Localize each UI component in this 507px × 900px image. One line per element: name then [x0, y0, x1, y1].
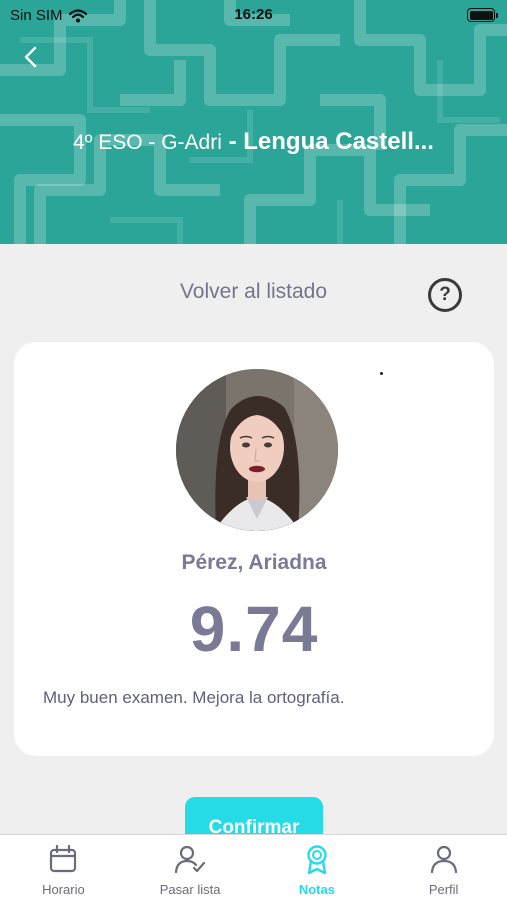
tab-horario[interactable]: Horario — [0, 835, 127, 900]
calendar-icon — [50, 844, 77, 873]
tab-pasar-lista[interactable]: Pasar lista — [127, 835, 254, 900]
return-row: Volver al listado ? — [0, 278, 507, 312]
tab-bar: Horario Pasar lista Notas Perfil — [0, 834, 507, 900]
user-icon — [430, 845, 457, 874]
grade-comment: Muy buen examen. Mejora la ortografía. — [43, 688, 345, 707]
header-pattern — [0, 0, 507, 244]
decorative-dot — [380, 372, 383, 375]
avatar — [176, 369, 338, 531]
chevron-left-icon — [24, 46, 37, 68]
status-time: 16:26 — [234, 6, 273, 23]
battery-icon — [467, 8, 498, 22]
help-icon: ? — [439, 284, 451, 305]
title-subject: Lengua Castell... — [243, 128, 434, 155]
tab-label-notas: Notas — [298, 882, 335, 897]
student-name: Pérez, Ariadna — [181, 551, 327, 574]
tab-label-pasar-lista: Pasar lista — [159, 882, 221, 897]
student-photo — [176, 369, 338, 531]
tab-perfil[interactable]: Perfil — [380, 835, 507, 900]
award-ribbon-icon — [307, 845, 327, 875]
title-separator: - — [221, 128, 244, 155]
tab-label-horario: Horario — [42, 882, 85, 897]
page-title: 4º ESO - G-Adri - Lengua Castell... — [0, 128, 507, 156]
student-card: Pérez, Ariadna 9.74 Muy buen examen. Mej… — [14, 342, 494, 756]
user-check-icon — [175, 845, 206, 874]
status-bar: Sin SIM 16:26 — [0, 0, 507, 30]
tab-notas[interactable]: Notas — [254, 835, 381, 900]
back-button[interactable] — [14, 40, 48, 74]
header: Sin SIM 16:26 4º ESO - G-Adri - Lengua C… — [0, 0, 507, 244]
grade-value: 9.74 — [189, 593, 319, 665]
tab-label-perfil: Perfil — [428, 882, 459, 897]
help-button[interactable]: ? — [428, 278, 462, 312]
title-group: 4º ESO - G-Adri — [73, 131, 222, 154]
